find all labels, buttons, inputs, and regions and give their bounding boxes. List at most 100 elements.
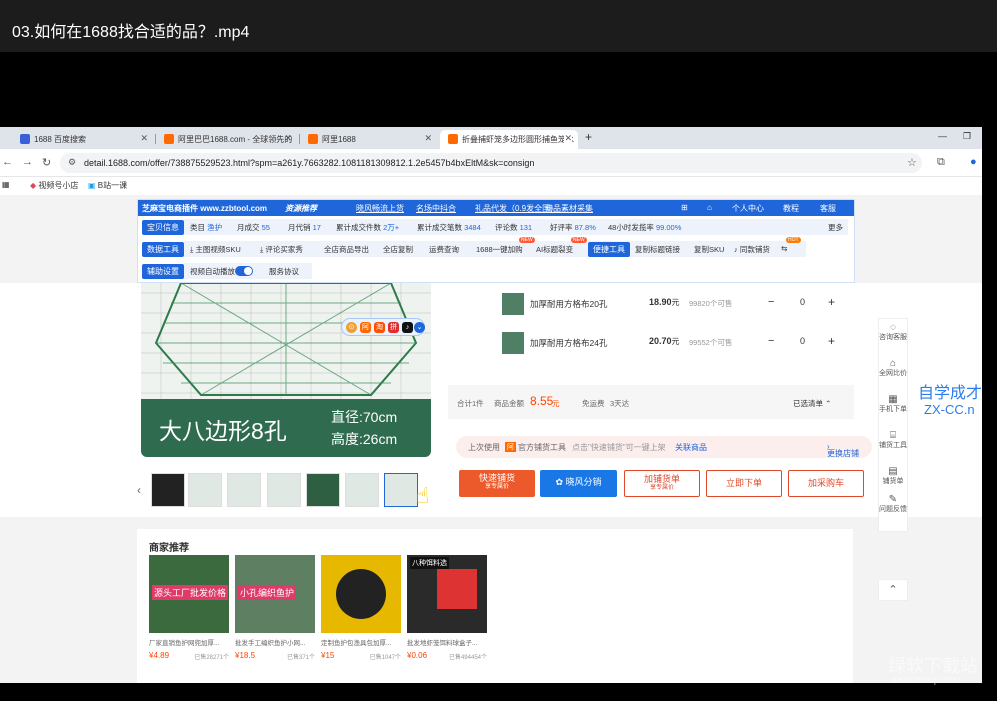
sidebar-item-feedback[interactable]: ✎ 问题反馈 <box>879 495 907 514</box>
qty-value[interactable]: 0 <box>800 336 805 346</box>
add-listing-button[interactable]: 加铺货单 享专属价 <box>624 470 700 497</box>
same-listing-button[interactable]: ♪ 同款铺货 <box>734 244 770 255</box>
plugin-link[interactable]: 教程 <box>783 203 799 214</box>
rec-item[interactable]: 源头工厂批发价格 厂家直销鱼护网兜加厚... ¥4.89 已售28271个 <box>149 555 229 675</box>
reload-icon[interactable]: ↻ <box>42 156 51 169</box>
autoplay-toggle[interactable] <box>235 266 253 276</box>
sidebar-item-chat[interactable]: ◌ 咨询客服 <box>879 323 907 342</box>
banner-title: 大八边形8孔 <box>159 418 287 444</box>
copy-title-button[interactable]: 复制标题链接 <box>635 244 680 255</box>
site-info-icon[interactable]: ⚙ <box>68 157 76 168</box>
switch-icon[interactable]: ⇆ <box>781 244 787 253</box>
product-main-image[interactable]: 大八边形8孔 直径:70cm 高度:26cm <box>141 283 431 457</box>
sku-row: 加厚耐用方格布20孔 18.90元 99820个可售 − 0 + <box>500 289 850 319</box>
thumbnail[interactable] <box>188 473 222 507</box>
quick-list-button[interactable]: 快速铺货 享专属价 <box>459 470 535 497</box>
thumbnail[interactable] <box>345 473 379 507</box>
ai-title-button[interactable]: AI标题裂变 <box>536 244 573 255</box>
tab-label: 阿里巴巴1688.com - 全球领先的 <box>178 135 293 144</box>
apps-icon[interactable]: ▦ <box>2 180 10 189</box>
1688-icon[interactable]: 阿 <box>360 322 371 333</box>
profile-icon[interactable]: ● <box>970 156 977 168</box>
tab-ali1688[interactable]: 阿里1688 ✕ <box>300 130 438 149</box>
thumbnail[interactable] <box>151 473 185 507</box>
pdd-icon[interactable]: 拼 <box>388 322 399 333</box>
watermark-side-url: ZX-CC.n <box>924 402 975 417</box>
forward-icon[interactable]: → <box>22 156 33 168</box>
service-agreement-link[interactable]: 服务协议 <box>269 266 299 277</box>
bookmark-item[interactable]: ◆ 视频号小店 <box>30 180 78 191</box>
new-tab-icon[interactable]: + <box>585 130 592 144</box>
sidebar-item-list[interactable]: ▤ 铺货单 <box>879 467 907 486</box>
chevron-left-icon[interactable]: ‹ <box>137 483 141 497</box>
sidebar-item-mobile[interactable]: ▦ 手机下单 <box>879 395 907 414</box>
thumbnail[interactable] <box>267 473 301 507</box>
plugin-link[interactable]: 名场中抖合 <box>416 203 456 214</box>
tab-alibaba-home[interactable]: 阿里巴巴1688.com - 全球领先的 ✕ <box>156 130 298 149</box>
qty-minus-button[interactable]: − <box>768 296 774 308</box>
sidebar-item-tools[interactable]: ⌸ 铺货工具 <box>879 431 907 450</box>
plugin-tools-row: 数据工具 ⤓ 主图视频SKU ⤓ 评论买家秀 全店商品导出 全店复制 运费查询 … <box>138 237 854 258</box>
chevron-down-icon[interactable]: ⌄ <box>414 322 425 333</box>
tab-close-icon[interactable]: ✕ <box>564 133 572 144</box>
url-field[interactable]: ⚙ detail.1688.com/offer/738875529523.htm… <box>60 153 922 173</box>
copy-sku-button[interactable]: 复制SKU <box>694 244 724 255</box>
qty-plus-button[interactable]: + <box>828 334 835 348</box>
plugin-link[interactable]: 晓风畅流上货 <box>356 203 404 214</box>
add-to-cart-button[interactable]: 加采购车 <box>788 470 864 497</box>
sku-stock: 99552个可售 <box>689 338 733 347</box>
back-icon[interactable]: ← <box>2 156 13 168</box>
restore-icon[interactable]: ❐ <box>963 131 971 142</box>
baidu-favicon-icon <box>20 134 30 144</box>
more-link[interactable]: 更多 <box>828 222 843 233</box>
minimize-icon[interactable]: — <box>938 131 947 141</box>
thumbnail[interactable] <box>227 473 261 507</box>
tab-close-icon[interactable]: ✕ <box>424 133 432 144</box>
copy-store-button[interactable]: 全店复制 <box>383 244 413 255</box>
star-icon[interactable]: ☆ <box>907 156 917 169</box>
home-icon[interactable]: ⌂ <box>707 203 712 212</box>
xiaofeng-distribution-button[interactable]: ✿ 晓风分销 <box>540 470 617 497</box>
extensions-icon[interactable]: ⧉ <box>937 156 945 169</box>
qty-value[interactable]: 0 <box>800 297 805 307</box>
tab-close-icon[interactable]: ✕ <box>140 133 148 144</box>
switch-store-link[interactable]: 更换店铺 › <box>827 442 859 458</box>
selected-list-toggle[interactable]: 已选清单 ⌃ <box>793 398 831 409</box>
rec-item[interactable]: 小孔编织鱼护 批发手工编织鱼护小网... ¥18.5 已售371个 <box>235 555 315 675</box>
sku-price: 18.90元 <box>649 297 680 307</box>
video-sku-button[interactable]: ⤓ 主图视频SKU <box>190 244 241 255</box>
rec-item[interactable]: 八种饵料选 批发地虾笼饵料球盒子... ¥0.06 已售494454个 <box>407 555 487 675</box>
share-icon[interactable]: ⊙ <box>346 322 357 333</box>
qty-plus-button[interactable]: + <box>828 295 835 309</box>
rec-item[interactable]: 定制鱼护包渔具包加厚... ¥15 已售1047个 <box>321 555 401 675</box>
qr-icon: ▦ <box>888 394 898 405</box>
thumbnail-selected[interactable] <box>384 473 418 507</box>
xiaofeng-icon: ✿ <box>555 477 566 487</box>
bookmark-item[interactable]: ▣ B站一课 <box>88 180 127 191</box>
plugin-resource[interactable]: 资源推荐 <box>285 203 317 214</box>
total-count: 合计1件 <box>457 399 484 408</box>
info-label: 宝贝信息 <box>142 220 184 235</box>
tab-close-icon[interactable]: ✕ <box>284 133 292 144</box>
tab-label: 阿里1688 <box>322 135 356 144</box>
freight-button[interactable]: 运费查询 <box>429 244 459 255</box>
pin-icon[interactable]: ⊞ <box>681 203 688 212</box>
amount-label: 商品金额 <box>494 399 524 408</box>
add-cart-tool-button[interactable]: 1688一键加购 <box>476 244 523 255</box>
plugin-link[interactable]: 客服 <box>820 203 836 214</box>
review-button[interactable]: ⤓ 评论买家秀 <box>260 244 303 255</box>
export-button[interactable]: 全店商品导出 <box>324 244 369 255</box>
douyin-icon[interactable]: ♪ <box>402 322 413 333</box>
thumbnail[interactable] <box>306 473 340 507</box>
buy-now-button[interactable]: 立即下单 <box>706 470 782 497</box>
taobao-icon[interactable]: 淘 <box>374 322 385 333</box>
plugin-link[interactable]: 商品素材采集 <box>545 203 593 214</box>
plugin-link[interactable]: 个人中心 <box>732 203 764 214</box>
related-products-link[interactable]: 关联商品 <box>675 442 707 453</box>
tab-1688-baidu[interactable]: 1688 百度搜索 ✕ <box>12 130 154 149</box>
sidebar-item-compare[interactable]: ⌂ 全网比价 <box>879 359 907 378</box>
watermark-bottom-url: www.itmop.com <box>891 675 962 686</box>
back-to-top-icon[interactable]: ⌃ <box>878 579 908 601</box>
qty-minus-button[interactable]: − <box>768 335 774 347</box>
tab-product-detail[interactable]: 折叠捕虾笼多边形圆形捕鱼笼水 ✕ <box>440 130 578 149</box>
